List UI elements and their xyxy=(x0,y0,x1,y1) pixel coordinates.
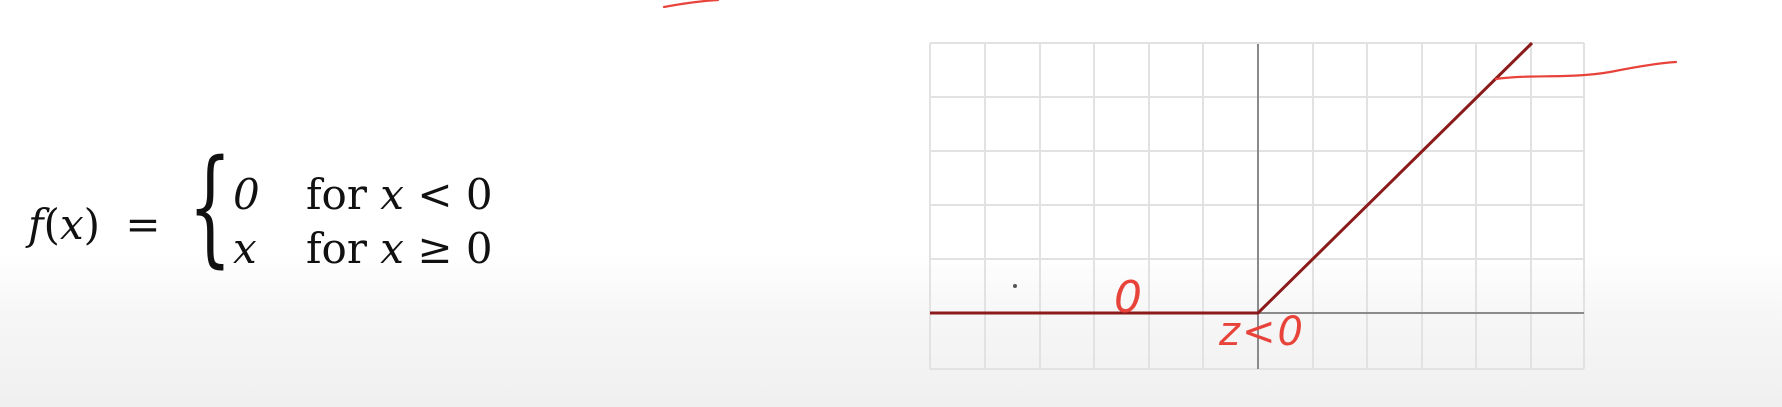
output-arrow-annotation xyxy=(1494,60,1678,81)
zero-label-annotation: 0 xyxy=(1114,272,1142,323)
top-stroke-annotation xyxy=(662,0,720,9)
z-less-than-zero-annotation: z<0 xyxy=(1219,309,1305,355)
stray-dot xyxy=(1013,284,1017,288)
relu-curve xyxy=(930,41,1534,315)
whiteboard-canvas: f(x) = { 0 for x < 0 x for x ≥ 0 0 z<0 xyxy=(0,0,1782,407)
relu-graph xyxy=(662,0,1678,370)
